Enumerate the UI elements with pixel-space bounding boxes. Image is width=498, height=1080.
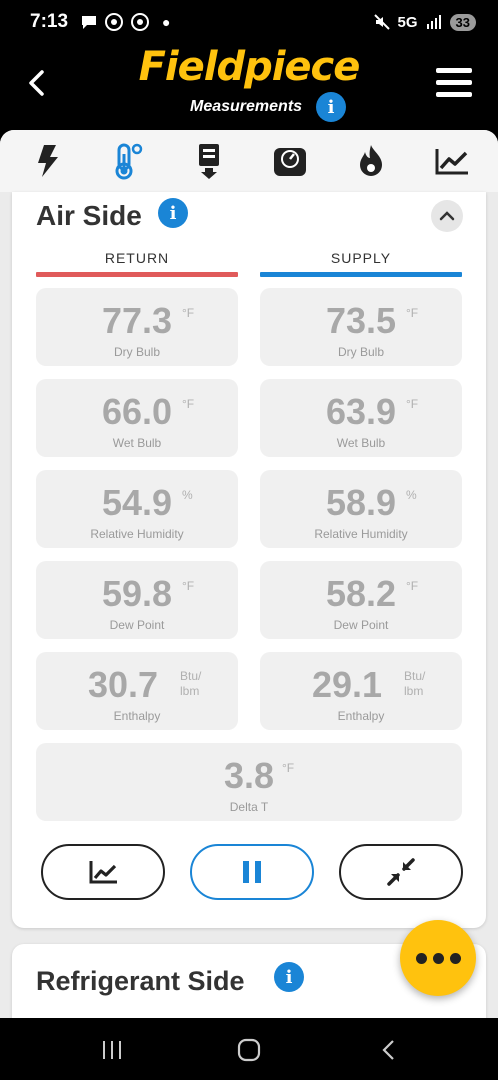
pause-icon [243, 861, 261, 883]
return-dry-bulb-unit: °F [182, 306, 195, 320]
return-dry-bulb-value: 77.3 [101, 300, 173, 341]
delta-t-tile[interactable]: 3.8 °F Delta T [36, 743, 462, 821]
thermometer-icon [115, 143, 142, 180]
minimize-button[interactable] [339, 844, 463, 900]
status-time: 7:13 [30, 11, 69, 32]
battery-indicator: 33 [449, 13, 476, 31]
recent-apps-icon[interactable] [98, 1036, 126, 1064]
chevron-up-icon [439, 211, 455, 221]
tab-probe[interactable] [187, 139, 231, 183]
supply-rh-unit: % [406, 488, 417, 502]
collapse-button[interactable] [431, 200, 463, 232]
signal-icon [426, 15, 441, 29]
graph-button[interactable] [41, 844, 165, 900]
app-header: Fieldpiece Measurements i [0, 44, 498, 130]
supply-rh-label: Relative Humidity [314, 527, 408, 541]
return-rh-tile[interactable]: 54.9 % Relative Humidity [36, 470, 238, 548]
trend-chart-icon [89, 861, 117, 884]
supply-rh-tile[interactable]: 58.9 % Relative Humidity [260, 470, 462, 548]
delta-t-label: Delta T [229, 800, 269, 814]
supply-dew-point-tile[interactable]: 58.2 °F Dew Point [260, 561, 462, 639]
return-enthalpy-tile[interactable]: 30.7 Btu/ lbm Enthalpy [36, 652, 238, 730]
refrigerant-info-icon[interactable]: i [274, 962, 304, 992]
return-dew-point-unit: °F [182, 579, 195, 593]
dot-icon [432, 952, 444, 964]
trend-chart-icon [435, 149, 468, 175]
supply-wet-bulb-unit: °F [406, 397, 419, 411]
return-wet-bulb-label: Wet Bulb [112, 436, 162, 450]
download-device-icon [198, 144, 219, 179]
hamburger-menu-icon[interactable] [436, 68, 472, 100]
content-area: Air Side i RETURN SUPPLY 77.3 °F Dry Bul… [0, 130, 498, 1018]
supply-enthalpy-unit: Btu/ lbm [404, 669, 426, 698]
collapse-arrows-icon [387, 858, 415, 886]
supply-wet-bulb-value: 63.9 [325, 391, 397, 432]
supply-enthalpy-label: Enthalpy [337, 709, 385, 723]
supply-wet-bulb-tile[interactable]: 63.9 °F Wet Bulb [260, 379, 462, 457]
delta-t-value: 3.8 [223, 755, 275, 796]
return-column-header: RETURN [36, 250, 238, 277]
return-rh-unit: % [182, 488, 193, 502]
tab-trends[interactable] [430, 139, 474, 183]
tab-pressure[interactable] [268, 139, 312, 183]
supply-column-header: SUPPLY [260, 250, 462, 277]
supply-dry-bulb-tile[interactable]: 73.5 °F Dry Bulb [260, 288, 462, 366]
flame-icon [359, 145, 382, 176]
return-label: RETURN [104, 250, 170, 266]
return-enthalpy-unit: Btu/ lbm [180, 669, 202, 698]
return-dry-bulb-label: Dry Bulb [113, 345, 160, 359]
page-title: Measurements [190, 98, 303, 115]
air-side-info-icon[interactable]: i [158, 198, 188, 228]
tab-combustion[interactable] [349, 139, 393, 183]
lightning-icon [37, 145, 58, 177]
air-side-title: Air Side [36, 200, 142, 231]
network-label: 5G [397, 13, 418, 31]
return-rh-value: 54.9 [101, 482, 173, 523]
pause-button[interactable] [190, 844, 314, 900]
supply-rh-value: 58.9 [325, 482, 397, 523]
return-dew-point-tile[interactable]: 59.8 °F Dew Point [36, 561, 238, 639]
brand-logo: Fieldpiece [138, 44, 361, 90]
refrigerant-side-title: Refrigerant Side [36, 966, 245, 996]
chat-icon [82, 16, 97, 29]
return-wet-bulb-value: 66.0 [101, 391, 173, 432]
more-options-fab[interactable] [400, 920, 476, 996]
gauge-icon [273, 148, 306, 176]
return-enthalpy-label: Enthalpy [113, 709, 161, 723]
dot-icon [415, 952, 427, 964]
category-tab-bar [0, 130, 498, 192]
supply-dew-point-unit: °F [406, 579, 419, 593]
air-side-card: Air Side i RETURN SUPPLY 77.3 °F Dry Bul… [12, 192, 486, 928]
supply-dry-bulb-label: Dry Bulb [337, 345, 384, 359]
home-icon[interactable] [235, 1036, 263, 1064]
back-nav-icon[interactable] [375, 1036, 403, 1064]
notification-icon [105, 13, 124, 31]
system-nav-bar [0, 1018, 498, 1080]
supply-wet-bulb-label: Wet Bulb [336, 436, 386, 450]
supply-dry-bulb-unit: °F [406, 306, 419, 320]
supply-dew-point-label: Dew Point [333, 618, 389, 632]
tab-temperature[interactable] [106, 139, 150, 183]
return-rh-label: Relative Humidity [90, 527, 184, 541]
supply-dew-point-value: 58.2 [325, 573, 397, 614]
return-enthalpy-value: 30.7 [87, 664, 159, 705]
supply-enthalpy-tile[interactable]: 29.1 Btu/ lbm Enthalpy [260, 652, 462, 730]
status-bar: 7:13 ● 5G 33 [0, 0, 498, 44]
notification-icon-2 [131, 13, 150, 31]
tab-electrical[interactable] [25, 139, 69, 183]
mute-icon [373, 14, 390, 30]
return-dew-point-value: 59.8 [101, 573, 173, 614]
dot-icon [449, 952, 461, 964]
supply-dry-bulb-value: 73.5 [325, 300, 397, 341]
delta-t-unit: °F [282, 761, 295, 775]
supply-label: SUPPLY [330, 250, 392, 266]
return-wet-bulb-tile[interactable]: 66.0 °F Wet Bulb [36, 379, 238, 457]
return-wet-bulb-unit: °F [182, 397, 195, 411]
return-dew-point-label: Dew Point [109, 618, 165, 632]
dot-icon: ● [162, 14, 171, 30]
return-dry-bulb-tile[interactable]: 77.3 °F Dry Bulb [36, 288, 238, 366]
info-icon[interactable]: i [316, 92, 347, 122]
supply-enthalpy-value: 29.1 [311, 664, 383, 705]
